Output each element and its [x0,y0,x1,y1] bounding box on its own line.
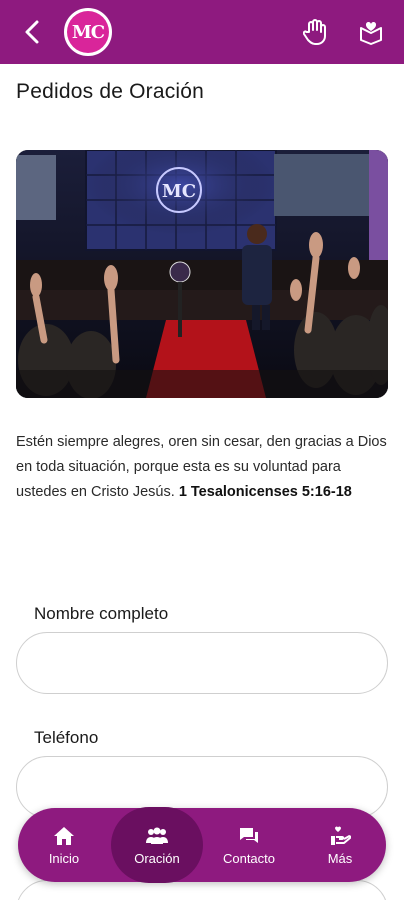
nav-label-mas: Más [327,850,353,866]
hand-heart-icon [329,825,351,847]
bottom-navigation: Inicio Oración Contacto Más [18,807,386,883]
page-title: Pedidos de Oración [16,80,205,103]
bible-button[interactable] [356,16,386,48]
logo-text: MC [67,11,109,53]
nav-label-contacto: Contacto [222,850,276,866]
worship-stage-photo: MC [16,150,388,398]
nav-item-inicio[interactable]: Inicio [18,808,110,882]
stage-illustration: MC [16,150,388,398]
full-name-input[interactable] [16,632,388,694]
chat-icon [238,825,260,847]
home-icon [53,825,75,847]
nav-label-oracion: Oración [134,850,180,866]
chevron-left-icon [25,20,39,44]
nav-item-contacto[interactable]: Contacto [203,808,295,882]
app-bar: MC [0,0,404,64]
church-logo[interactable]: MC [64,8,112,56]
verse-reference: 1 Tesalonicenses 5:16-18 [178,484,352,500]
book-heart-icon [360,21,382,45]
back-button[interactable] [18,17,46,47]
nav-label-inicio: Inicio [48,850,80,866]
prayer-hand-button[interactable] [300,16,330,48]
group-icon [145,825,169,847]
svg-text:MC: MC [162,181,196,202]
nav-item-mas[interactable]: Más [294,808,386,882]
raised-hand-icon [303,19,326,45]
phone-label: Teléfono [34,728,99,747]
full-name-label: Nombre completo [34,604,169,623]
next-field-input[interactable] [16,880,388,900]
nav-item-oracion[interactable]: Oración [111,808,203,882]
bible-verse: Estén siempre alegres, oren sin cesar, d… [16,430,388,505]
